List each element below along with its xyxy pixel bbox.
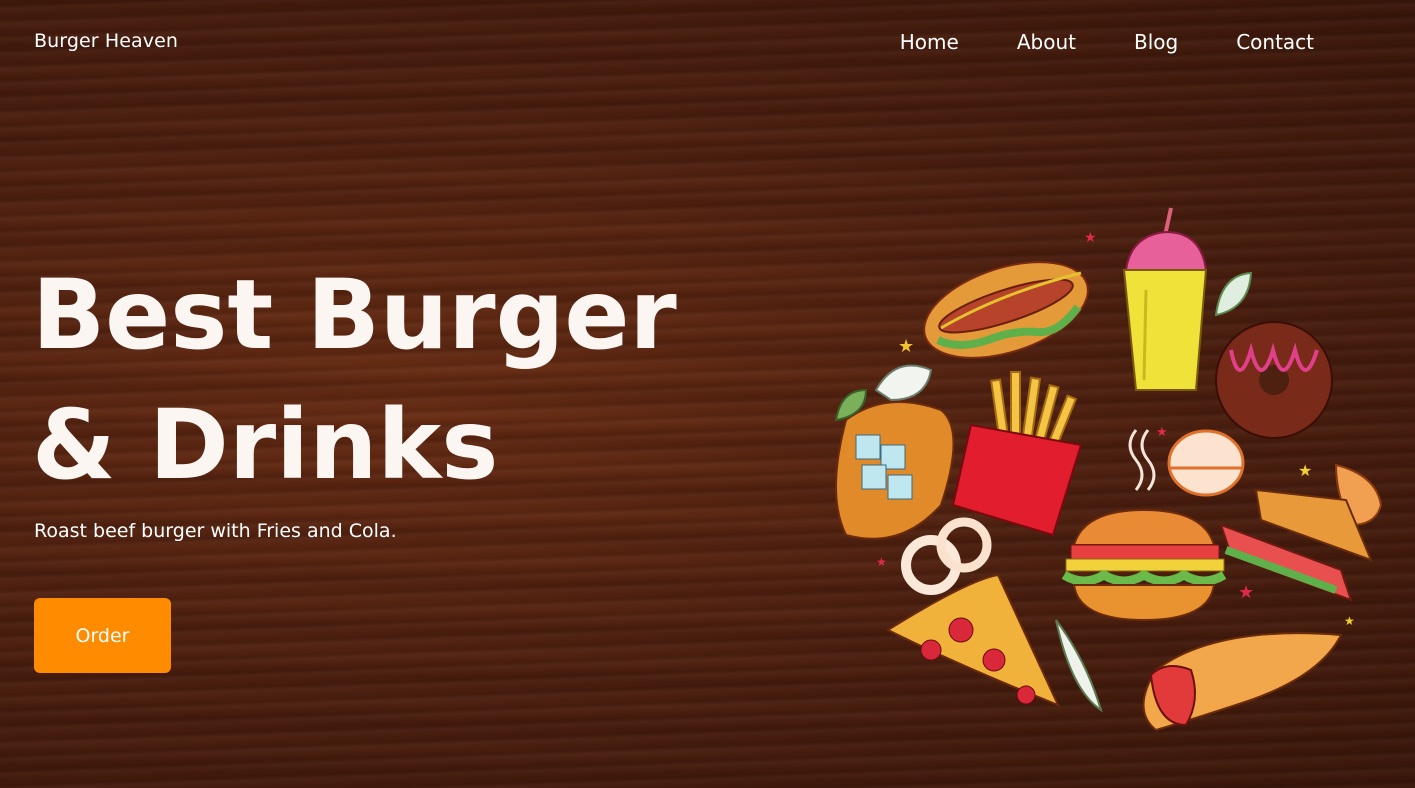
- onion-rings-icon: [901, 517, 992, 595]
- hero-title-line-2: & Drinks: [32, 389, 499, 501]
- top-navigation: Burger Heaven Home About Blog Contact: [0, 0, 1415, 88]
- svg-text:★: ★: [1298, 461, 1312, 480]
- nav-blog-link[interactable]: Blog: [1134, 30, 1178, 54]
- brand-logo-link[interactable]: Burger Heaven: [34, 30, 178, 52]
- nav-about-link[interactable]: About: [1017, 30, 1076, 54]
- nav-contact-link[interactable]: Contact: [1236, 30, 1314, 54]
- leaf-icon: [1055, 619, 1103, 713]
- wrap-icon: [1142, 632, 1343, 732]
- svg-text:★: ★: [1084, 230, 1097, 246]
- svg-text:★: ★: [1344, 614, 1355, 628]
- svg-text:★: ★: [1238, 582, 1254, 603]
- hotdog-icon: [923, 261, 1089, 359]
- milkshake-icon: [1122, 207, 1208, 391]
- nav-home-link[interactable]: Home: [900, 30, 959, 54]
- hero-title-line-1: Best Burger: [32, 259, 677, 371]
- order-button[interactable]: Order: [34, 598, 171, 673]
- donut-icon: [1215, 321, 1333, 439]
- svg-text:★: ★: [898, 336, 914, 357]
- food-illustration: ★ ★ ★ ★ ★ ★ ★: [834, 207, 1383, 732]
- toast-icon: [834, 364, 955, 540]
- main-menu: Home About Blog Contact: [842, 30, 1314, 54]
- fries-icon: [951, 371, 1083, 537]
- svg-text:★: ★: [876, 555, 887, 569]
- macaron-icon: [1128, 429, 1245, 497]
- pizza-slice-icon: [885, 573, 1060, 707]
- hero-title: Best Burger & Drinks: [32, 250, 677, 510]
- hero-subtitle: Roast beef burger with Fries and Cola.: [34, 520, 397, 542]
- leaf-icon: [1214, 271, 1253, 317]
- burger-icon: [1061, 508, 1227, 622]
- svg-text:★: ★: [1156, 425, 1168, 440]
